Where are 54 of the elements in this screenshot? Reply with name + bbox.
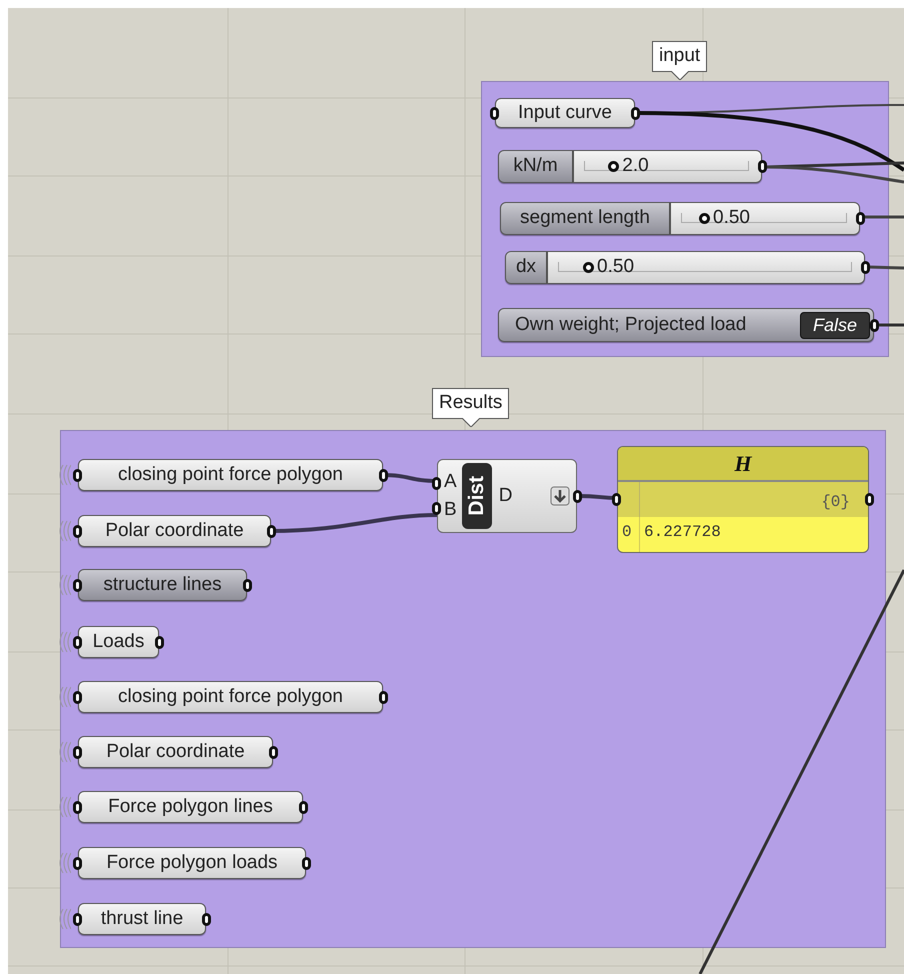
row-index: 0 [618, 517, 640, 552]
slider-label: segment length [500, 202, 670, 235]
output-port[interactable] [865, 493, 874, 506]
component-title: Dist [462, 463, 492, 529]
input-label: A [444, 471, 457, 493]
input-port[interactable] [432, 477, 441, 490]
slider-knob[interactable] [583, 262, 594, 273]
panel-node[interactable]: H {0} 0 6.227728 [617, 446, 869, 553]
input-port[interactable] [612, 493, 621, 506]
wave-icon [58, 741, 71, 763]
slider-track[interactable]: 0.50 [547, 251, 865, 284]
parameter-node[interactable]: closing point force polygon [78, 681, 383, 713]
output-port[interactable] [758, 160, 767, 173]
slider-label: dx [505, 251, 547, 284]
wave-icon [58, 631, 71, 653]
data-path: {0} [820, 492, 851, 513]
parameter-node[interactable]: Loads [78, 626, 159, 658]
slider-knob[interactable] [699, 213, 710, 224]
wave-icon [58, 574, 71, 596]
toggle-value: False [800, 312, 870, 338]
slider-value: 2.0 [622, 155, 649, 177]
wave-icon [58, 520, 71, 542]
wave-icon [58, 464, 71, 486]
slider-value: 0.50 [597, 256, 634, 278]
flatten-icon [550, 486, 570, 506]
wave-icon [58, 796, 71, 818]
slider-track[interactable]: 2.0 [573, 150, 762, 183]
parameter-node[interactable]: Force polygon loads [78, 847, 306, 879]
toggle-label: Own weight; Projected load [515, 312, 746, 337]
output-port[interactable] [856, 212, 865, 225]
input-port[interactable] [432, 502, 441, 515]
tag-pointer-icon [670, 71, 689, 80]
slider-value: 0.50 [713, 207, 750, 229]
tag-pointer-icon [462, 418, 480, 427]
parameter-node[interactable]: Polar coordinate [78, 515, 271, 547]
input-label: B [444, 499, 457, 521]
parameter-node[interactable]: Polar coordinate [78, 736, 273, 768]
wave-icon [58, 908, 71, 930]
wave-icon [58, 686, 71, 708]
wave-icon [58, 852, 71, 874]
slider-knob[interactable] [608, 161, 620, 172]
output-port[interactable] [861, 261, 870, 274]
slider-label: kN/m [498, 150, 573, 183]
panel-title: H [618, 447, 868, 482]
boolean-toggle[interactable]: Own weight; Projected load False [498, 308, 874, 342]
parameter-node[interactable]: Input curve [495, 98, 635, 128]
output-label: D [498, 484, 512, 508]
parameter-node[interactable]: thrust line [78, 903, 206, 935]
parameter-node[interactable]: closing point force polygon [78, 459, 383, 491]
parameter-node[interactable]: Force polygon lines [78, 791, 303, 823]
panel-value: 6.227728 [643, 522, 721, 543]
wire [863, 216, 904, 218]
slider-track[interactable]: 0.50 [670, 202, 860, 235]
wire [868, 266, 904, 270]
